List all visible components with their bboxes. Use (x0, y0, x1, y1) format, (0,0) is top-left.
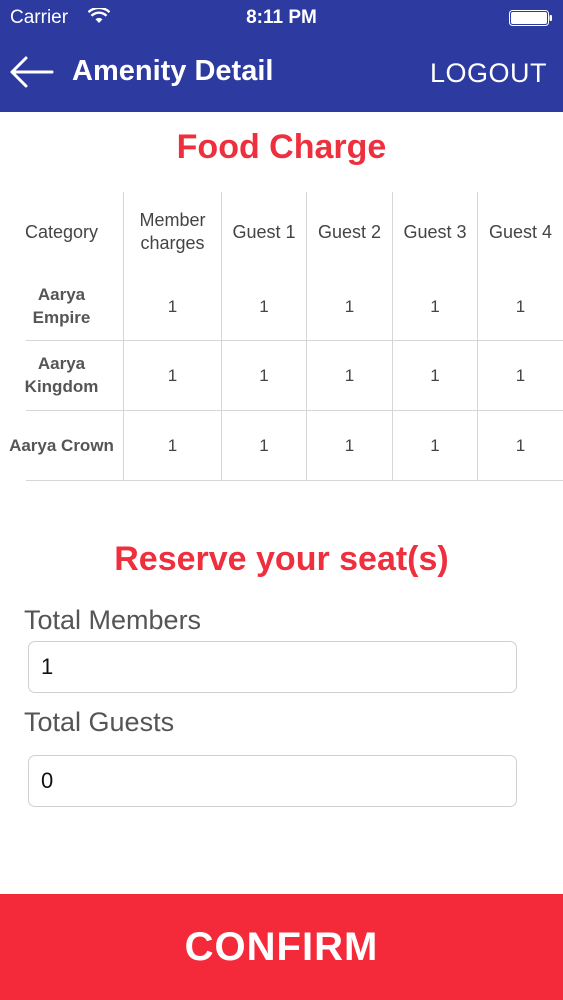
header-guest-1: Guest 1 (221, 192, 306, 272)
clock: 8:11 PM (246, 7, 317, 28)
total-guests-label: Total Guests (24, 707, 175, 737)
header-guest-3: Guest 3 (392, 192, 477, 272)
guest-3-cell: 1 (392, 272, 477, 340)
row-category: Aarya Crown (9, 435, 114, 455)
row-category-text: Aarya Kingdom (24, 354, 99, 396)
reserve-title: Reserve your seat(s) (114, 540, 449, 578)
page-title: Amenity Detail (72, 55, 274, 87)
row-category: Aarya Empire (0, 272, 123, 340)
member-charge-cell: 1 (123, 340, 221, 410)
table-row: Aarya Crown 1 1 1 1 1 (0, 410, 563, 481)
guest-2-cell: 1 (306, 410, 392, 480)
member-charge-cell: 1 (123, 272, 221, 340)
guest-4-cell: 1 (477, 410, 563, 480)
logout-button[interactable]: LOGOUT (430, 58, 547, 89)
total-members-input[interactable] (28, 641, 517, 693)
table-row: Aarya Empire 1 1 1 1 1 (0, 272, 563, 341)
guest-3-cell: 1 (392, 410, 477, 480)
food-charge-table: Category Member charges Guest 1 Guest 2 … (0, 192, 563, 481)
battery-icon (509, 10, 552, 26)
row-category-text: Aarya Empire (32, 285, 91, 327)
guest-4-cell: 1 (477, 340, 563, 410)
confirm-button[interactable]: CONFIRM (0, 894, 563, 1000)
member-charge-cell: 1 (123, 410, 221, 480)
guest-3-cell: 1 (392, 340, 477, 410)
guest-4-cell: 1 (477, 272, 563, 340)
header-guest-2: Guest 2 (306, 192, 392, 272)
guest-2-cell: 1 (306, 340, 392, 410)
total-members-label: Total Members (24, 605, 202, 635)
row-category: Aarya Kingdom (0, 340, 123, 410)
nav-bar: Amenity Detail LOGOUT (0, 36, 563, 112)
food-charge-title: Food Charge (176, 128, 387, 166)
table-row: Aarya Kingdom 1 1 1 1 1 (0, 340, 563, 411)
guest-1-cell: 1 (221, 340, 306, 410)
header-guest-4: Guest 4 (477, 192, 563, 272)
guest-1-cell: 1 (221, 410, 306, 480)
status-bar: Carrier 8:11 PM (0, 0, 563, 36)
guest-1-cell: 1 (221, 272, 306, 340)
table-header-row: Category Member charges Guest 1 Guest 2 … (0, 192, 563, 272)
total-guests-input[interactable] (28, 755, 517, 807)
header-member-charges-text: Member charges (139, 210, 206, 253)
header-member-charges: Member charges (123, 192, 221, 272)
back-button[interactable] (8, 52, 56, 92)
guest-2-cell: 1 (306, 272, 392, 340)
header-category: Category (24, 221, 99, 242)
arrow-left-icon (10, 56, 54, 88)
